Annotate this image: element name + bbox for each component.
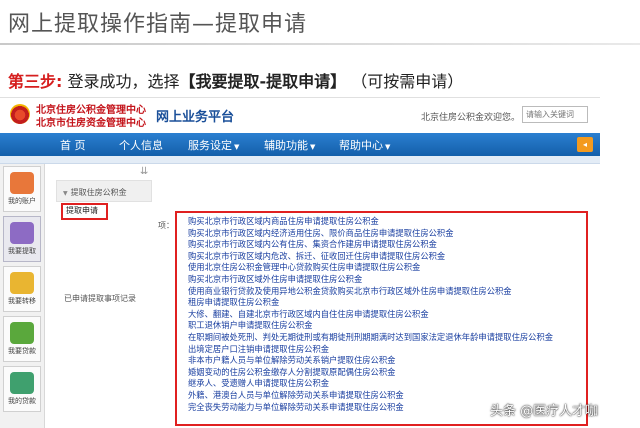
expand-icon[interactable]: ⇊ <box>140 166 148 177</box>
option-item[interactable]: 购买北京市行政区域内经济适用住房、限价商品住房申请提取住房公积金 <box>188 228 586 240</box>
rail-my-account[interactable]: 我的账户 <box>3 166 41 212</box>
search-input[interactable] <box>522 106 588 123</box>
withdraw-user-icon <box>10 222 34 244</box>
content-label: 项： <box>158 221 174 230</box>
cash-icon <box>10 372 34 394</box>
money-bag-icon <box>10 322 34 344</box>
emblem-logo <box>10 104 30 124</box>
menu-item-history[interactable]: 已申请提取事项记录 <box>64 293 136 304</box>
option-item[interactable]: 购买北京市行政区域外住房申请提取住房公积金 <box>188 274 586 286</box>
option-item[interactable]: 出境定居户口注销申请提取住房公积金 <box>188 344 586 356</box>
option-item[interactable]: 在职期间被处死刑、判处无期徒刑或有期徒刑刑期期满时达到国家法定退休年龄申请提取住… <box>188 332 586 344</box>
nav-service-settings[interactable]: 服务设定 ▼ <box>188 137 239 153</box>
step-strong: 【我要提取-提取申请】 <box>179 72 347 91</box>
step-instruction: 第三步: 登录成功，选择【我要提取-提取申请】 （可按需申请） <box>8 68 463 92</box>
nav-aux-functions[interactable]: 辅助功能 ▼ <box>264 137 315 153</box>
chevron-down-icon: ▼ <box>385 143 391 151</box>
rail-my-loan[interactable]: 我的贷款 <box>3 366 41 412</box>
title-divider <box>0 43 640 45</box>
user-account-icon <box>10 172 34 194</box>
sub-bar <box>0 156 600 164</box>
option-item[interactable]: 使用商业银行贷款及使用异地公积金贷款购买北京市行政区域外住房申请提取住房公积金 <box>188 286 586 298</box>
step-note: （可按需申请） <box>351 72 464 91</box>
chevron-down-icon: ▼ <box>310 143 316 151</box>
welcome-text: 北京住房公积金欢迎您。 <box>421 113 521 123</box>
option-item[interactable]: 婚姻变动的住房公积金缴存人分割提取原配偶住房公积金 <box>188 367 586 379</box>
nav-home[interactable]: 首 页 <box>60 137 86 153</box>
nav-help-center[interactable]: 帮助中心 ▼ <box>339 137 390 153</box>
rail-withdraw[interactable]: 我要提取 <box>3 216 41 262</box>
menu-group-withdraw[interactable]: ▼ 提取住房公积金 <box>56 180 152 202</box>
main-navbar: 首 页 个人信息 服务设定 ▼ 辅助功能 ▼ 帮助中心 ▼ ◂ <box>0 133 600 156</box>
option-item[interactable]: 购买北京市行政区域内公有住房、集资合作建房申请提取住房公积金 <box>188 239 586 251</box>
option-item[interactable]: 使用北京住房公积金管理中心贷款购买住房申请提取住房公积金 <box>188 262 586 274</box>
icon-sidebar: 我的账户 我要提取 我要转移 我要贷款 我的贷款 <box>0 164 45 428</box>
option-item[interactable]: 租房申请提取住房公积金 <box>188 297 586 309</box>
option-item[interactable]: 购买北京市行政区域内危改、拆迁、征收回迁住房申请提取住房公积金 <box>188 251 586 263</box>
step-text: 登录成功，选择 <box>67 72 180 91</box>
nav-personal-info[interactable]: 个人信息 <box>119 137 163 153</box>
step-label: 第三步: <box>8 72 63 91</box>
collapse-arrow-icon[interactable]: ◂ <box>577 137 593 152</box>
menu-item-withdraw-apply[interactable]: 提取申请 <box>62 202 98 216</box>
option-item[interactable]: 非本市户籍人员与单位解除劳动关系销户提取住房公积金 <box>188 355 586 367</box>
org-name-line2: 北京市住房资金管理中心 <box>36 118 146 129</box>
triangle-down-icon: ▼ <box>63 190 68 197</box>
site-header: 北京住房公积金管理中心 北京市住房资金管理中心 网上业务平台 北京住房公积金欢迎… <box>0 98 600 132</box>
coin-transfer-icon <box>10 272 34 294</box>
chevron-down-icon: ▼ <box>234 143 240 151</box>
option-item[interactable]: 大修、翻建、自建北京市行政区域内自住住房申请提取住房公积金 <box>188 309 586 321</box>
rail-loan[interactable]: 我要贷款 <box>3 316 41 362</box>
option-item[interactable]: 职工退休销户申请提取住房公积金 <box>188 320 586 332</box>
withdraw-options-list: 购买北京市行政区域内商品住房申请提取住房公积金 购买北京市行政区域内经济适用住房… <box>175 211 588 426</box>
option-item[interactable]: 购买北京市行政区域内商品住房申请提取住房公积金 <box>188 216 586 228</box>
option-item[interactable]: 继承人、受遗赠人申请提取住房公积金 <box>188 378 586 390</box>
slide-title: 网上提取操作指南—提取申请 <box>8 12 308 37</box>
platform-title: 网上业务平台 <box>156 110 235 125</box>
rail-transfer[interactable]: 我要转移 <box>3 266 41 312</box>
watermark: 头条 @医疗人才咖 <box>490 404 599 419</box>
